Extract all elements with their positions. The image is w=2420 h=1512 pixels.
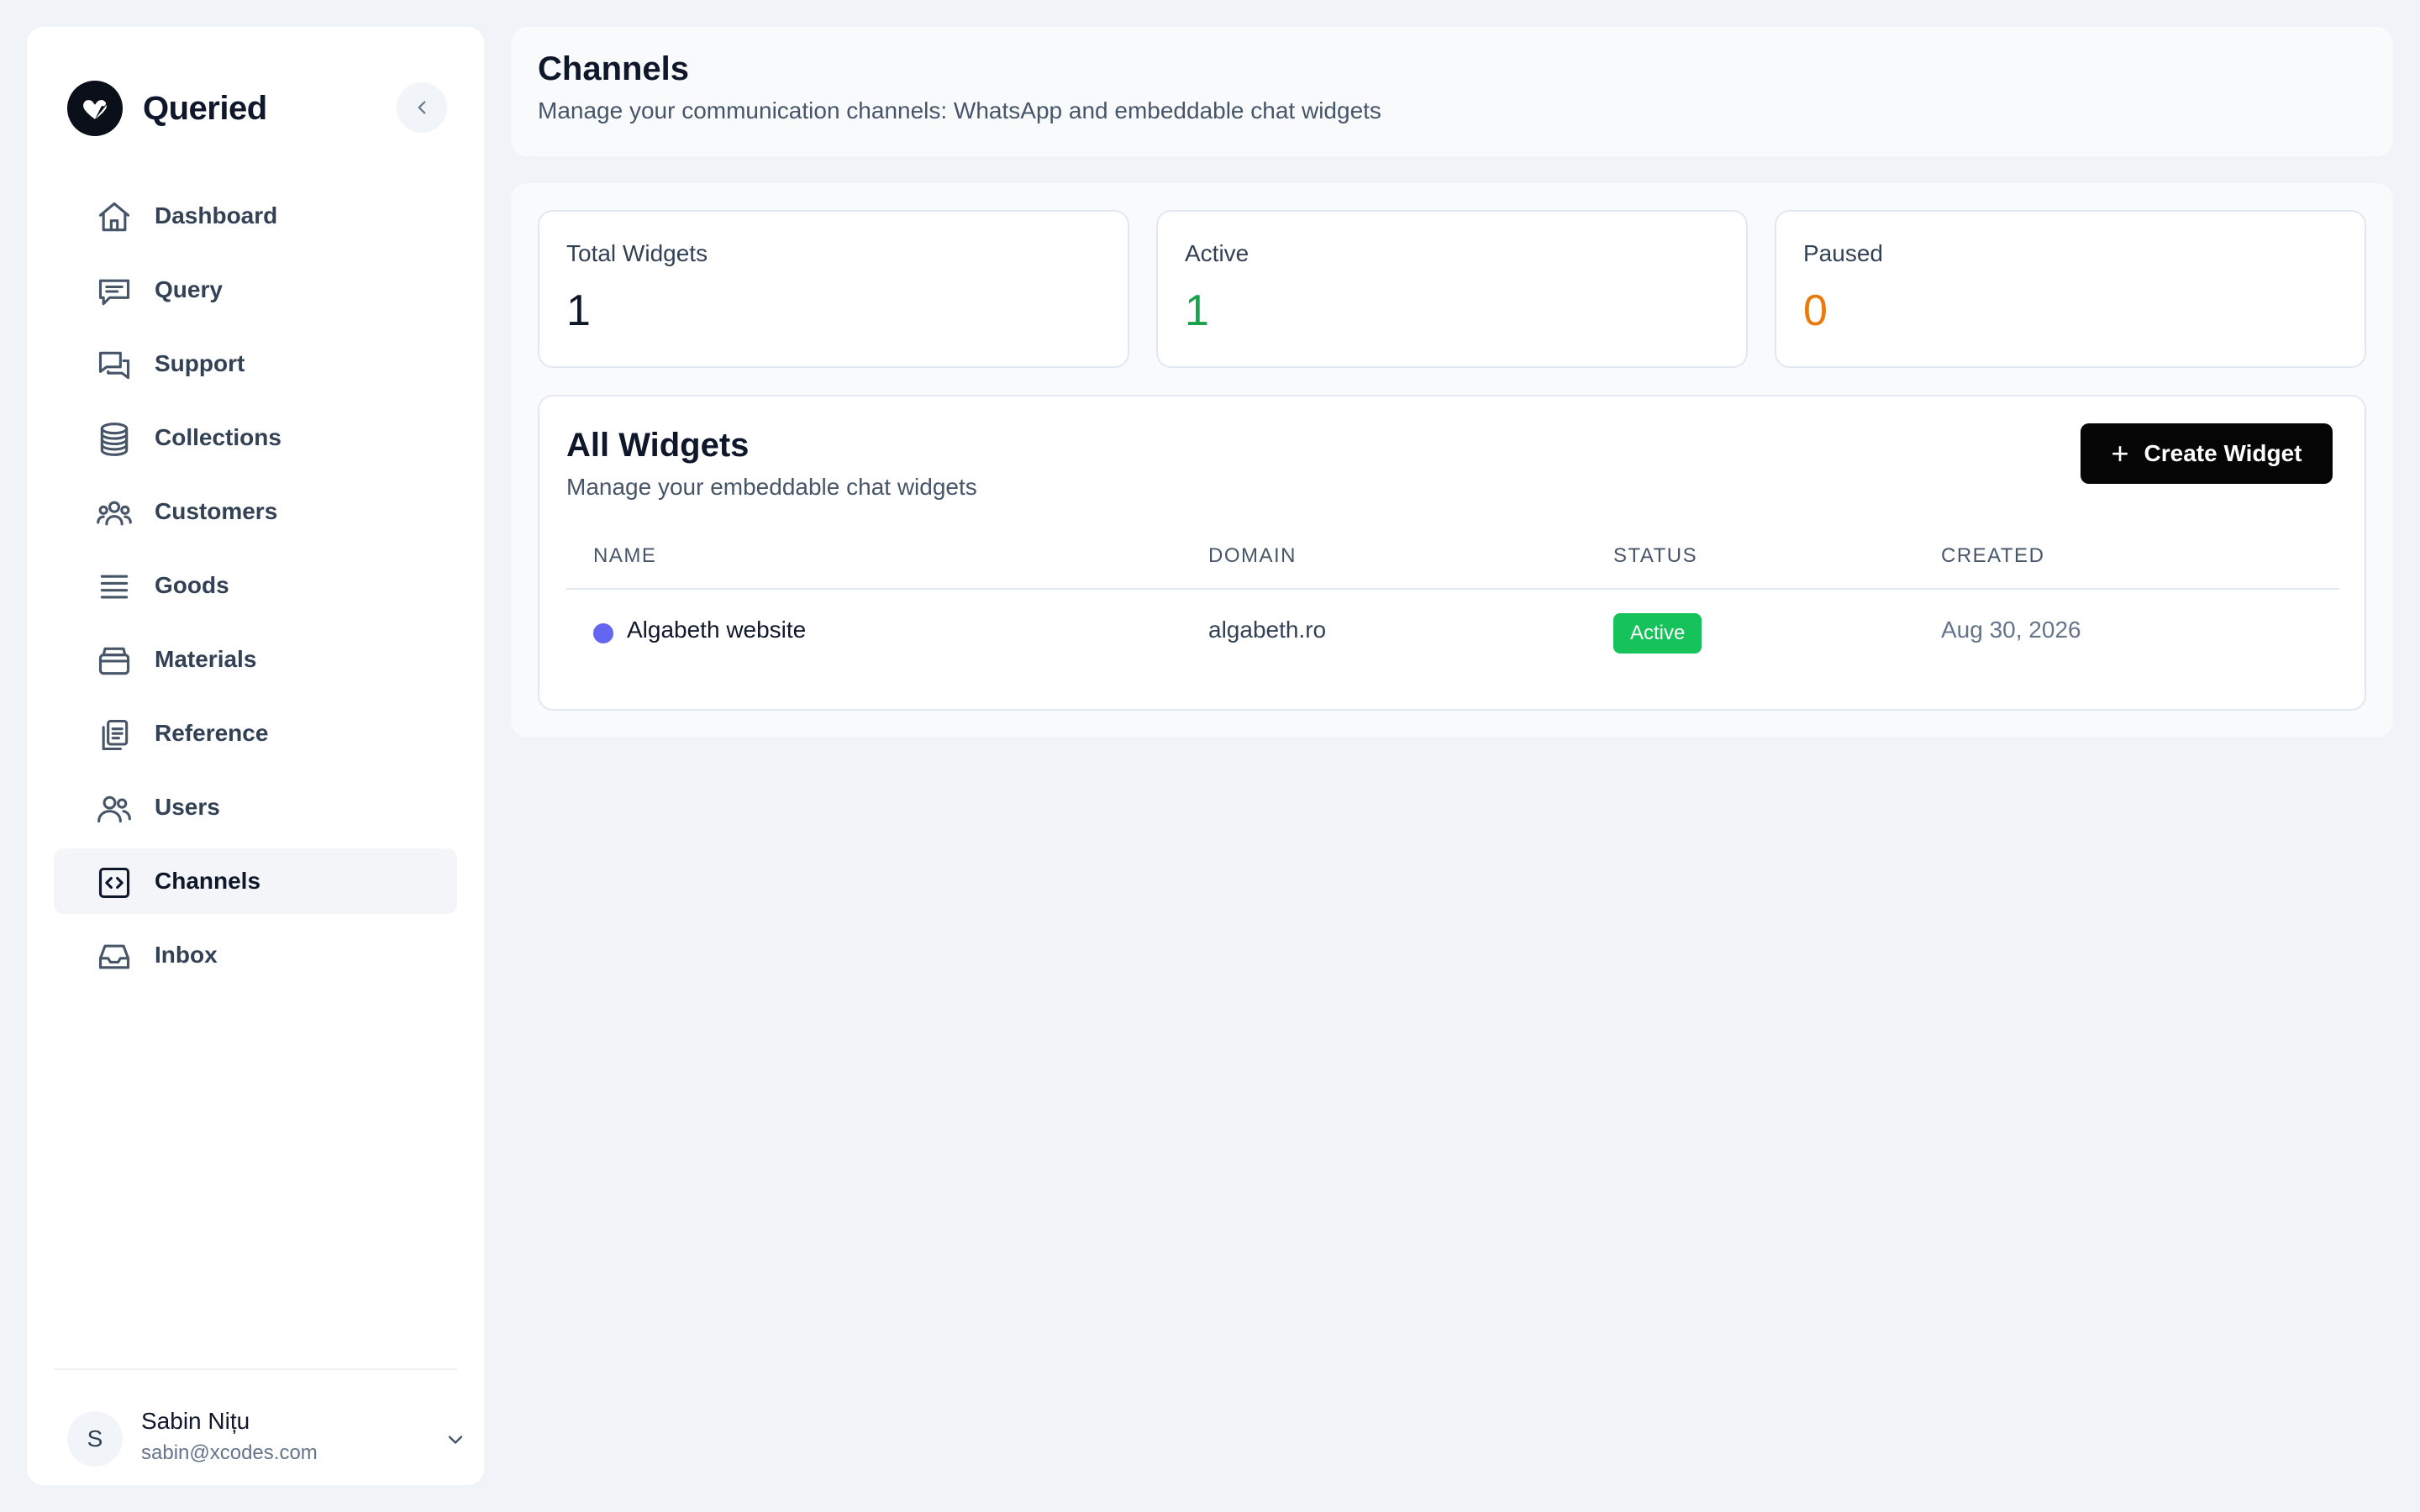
sidebar-item-reference[interactable]: Reference bbox=[54, 701, 457, 766]
sidebar-item-label: Reference bbox=[155, 720, 269, 746]
sidebar-item-materials[interactable]: Materials bbox=[54, 627, 457, 692]
archive-icon bbox=[96, 643, 133, 680]
table-row[interactable]: Algabeth website algabeth.ro Active Aug … bbox=[566, 591, 2339, 675]
column-header-created[interactable]: CREATED bbox=[1941, 544, 2044, 568]
stat-value: 0 bbox=[1803, 286, 1828, 335]
sidebar-item-support[interactable]: Support bbox=[54, 331, 457, 396]
list-icon bbox=[96, 569, 133, 606]
brand-name: Queried bbox=[143, 89, 267, 127]
create-widget-label: Create Widget bbox=[2144, 440, 2302, 466]
section-subtitle: Manage your embeddable chat widgets bbox=[566, 474, 977, 500]
sidebar-item-query[interactable]: Query bbox=[54, 257, 457, 323]
sidebar-divider bbox=[54, 1368, 457, 1370]
user-menu[interactable]: S Sabin Nițu sabin@xcodes.com bbox=[67, 1404, 471, 1472]
sidebar-item-label: Collections bbox=[155, 424, 281, 450]
user-name: Sabin Nițu bbox=[141, 1408, 250, 1434]
stat-value: 1 bbox=[566, 286, 591, 335]
users-icon bbox=[96, 790, 133, 827]
stat-label: Active bbox=[1185, 240, 1249, 266]
sidebar-item-label: Goods bbox=[155, 572, 229, 598]
sidebar-nav: Dashboard Query Support Collections Cust… bbox=[54, 183, 457, 996]
page-subtitle: Manage your communication channels: What… bbox=[538, 97, 1381, 123]
widget-domain: algabeth.ro bbox=[1208, 617, 1327, 643]
inbox-icon bbox=[96, 938, 133, 975]
brand-logo-icon bbox=[67, 81, 123, 136]
sidebar-item-label: Materials bbox=[155, 646, 257, 672]
sidebar-item-label: Users bbox=[155, 794, 220, 820]
sidebar-item-customers[interactable]: Customers bbox=[54, 479, 457, 544]
sidebar-item-label: Customers bbox=[155, 498, 278, 524]
user-email: sabin@xcodes.com bbox=[141, 1441, 318, 1464]
code-square-icon bbox=[96, 864, 133, 901]
sidebar-item-label: Channels bbox=[155, 868, 261, 894]
sidebar-item-channels[interactable]: Channels bbox=[54, 848, 457, 914]
section-title: All Widgets bbox=[566, 427, 750, 464]
main-content: Total Widgets 1 Active 1 Paused 0 All Wi… bbox=[511, 183, 2393, 738]
stat-card-active: Active 1 bbox=[1156, 210, 1748, 368]
stat-card-total-widgets: Total Widgets 1 bbox=[538, 210, 1129, 368]
stat-label: Paused bbox=[1803, 240, 1883, 266]
stat-card-paused: Paused 0 bbox=[1775, 210, 2366, 368]
page-header: Channels Manage your communication chann… bbox=[511, 27, 2393, 156]
widgets-table-card: All Widgets Manage your embeddable chat … bbox=[538, 395, 2366, 711]
home-icon bbox=[96, 199, 133, 236]
stat-label: Total Widgets bbox=[566, 240, 708, 266]
stat-value: 1 bbox=[1185, 286, 1209, 335]
column-header-domain[interactable]: DOMAIN bbox=[1208, 544, 1297, 568]
clipboard-copy-icon bbox=[96, 717, 133, 753]
sidebar-item-inbox[interactable]: Inbox bbox=[54, 922, 457, 988]
avatar: S bbox=[67, 1411, 123, 1467]
sidebar-item-collections[interactable]: Collections bbox=[54, 405, 457, 470]
messages-icon bbox=[96, 347, 133, 384]
widget-name[interactable]: Algabeth website bbox=[627, 617, 806, 643]
users-group-icon bbox=[96, 495, 133, 532]
status-badge: Active bbox=[1613, 613, 1702, 654]
plus-icon: + bbox=[2111, 436, 2129, 470]
brand[interactable]: Queried bbox=[67, 81, 267, 136]
message-square-icon bbox=[96, 273, 133, 310]
sidebar-item-users[interactable]: Users bbox=[54, 774, 457, 840]
collapse-sidebar-button[interactable] bbox=[397, 82, 447, 133]
chevron-down-icon[interactable] bbox=[444, 1428, 467, 1452]
sidebar-item-label: Query bbox=[155, 276, 223, 302]
widget-created-date: Aug 30, 2026 bbox=[1941, 617, 2081, 643]
sidebar-item-goods[interactable]: Goods bbox=[54, 553, 457, 618]
table-header: NAME DOMAIN STATUS CREATED bbox=[566, 544, 2339, 590]
database-icon bbox=[96, 421, 133, 458]
sidebar-item-label: Dashboard bbox=[155, 202, 278, 228]
column-header-name[interactable]: NAME bbox=[593, 544, 656, 568]
page-title: Channels bbox=[538, 50, 690, 87]
sidebar-item-dashboard[interactable]: Dashboard bbox=[54, 183, 457, 249]
sidebar-item-label: Inbox bbox=[155, 942, 218, 968]
create-widget-button[interactable]: + Create Widget bbox=[2081, 423, 2333, 484]
column-header-status[interactable]: STATUS bbox=[1613, 544, 1697, 568]
sidebar: Queried Dashboard Query Support Collecti… bbox=[27, 27, 484, 1485]
sidebar-item-label: Support bbox=[155, 350, 245, 376]
widget-color-dot bbox=[593, 623, 613, 643]
chevron-left-icon bbox=[418, 101, 426, 114]
